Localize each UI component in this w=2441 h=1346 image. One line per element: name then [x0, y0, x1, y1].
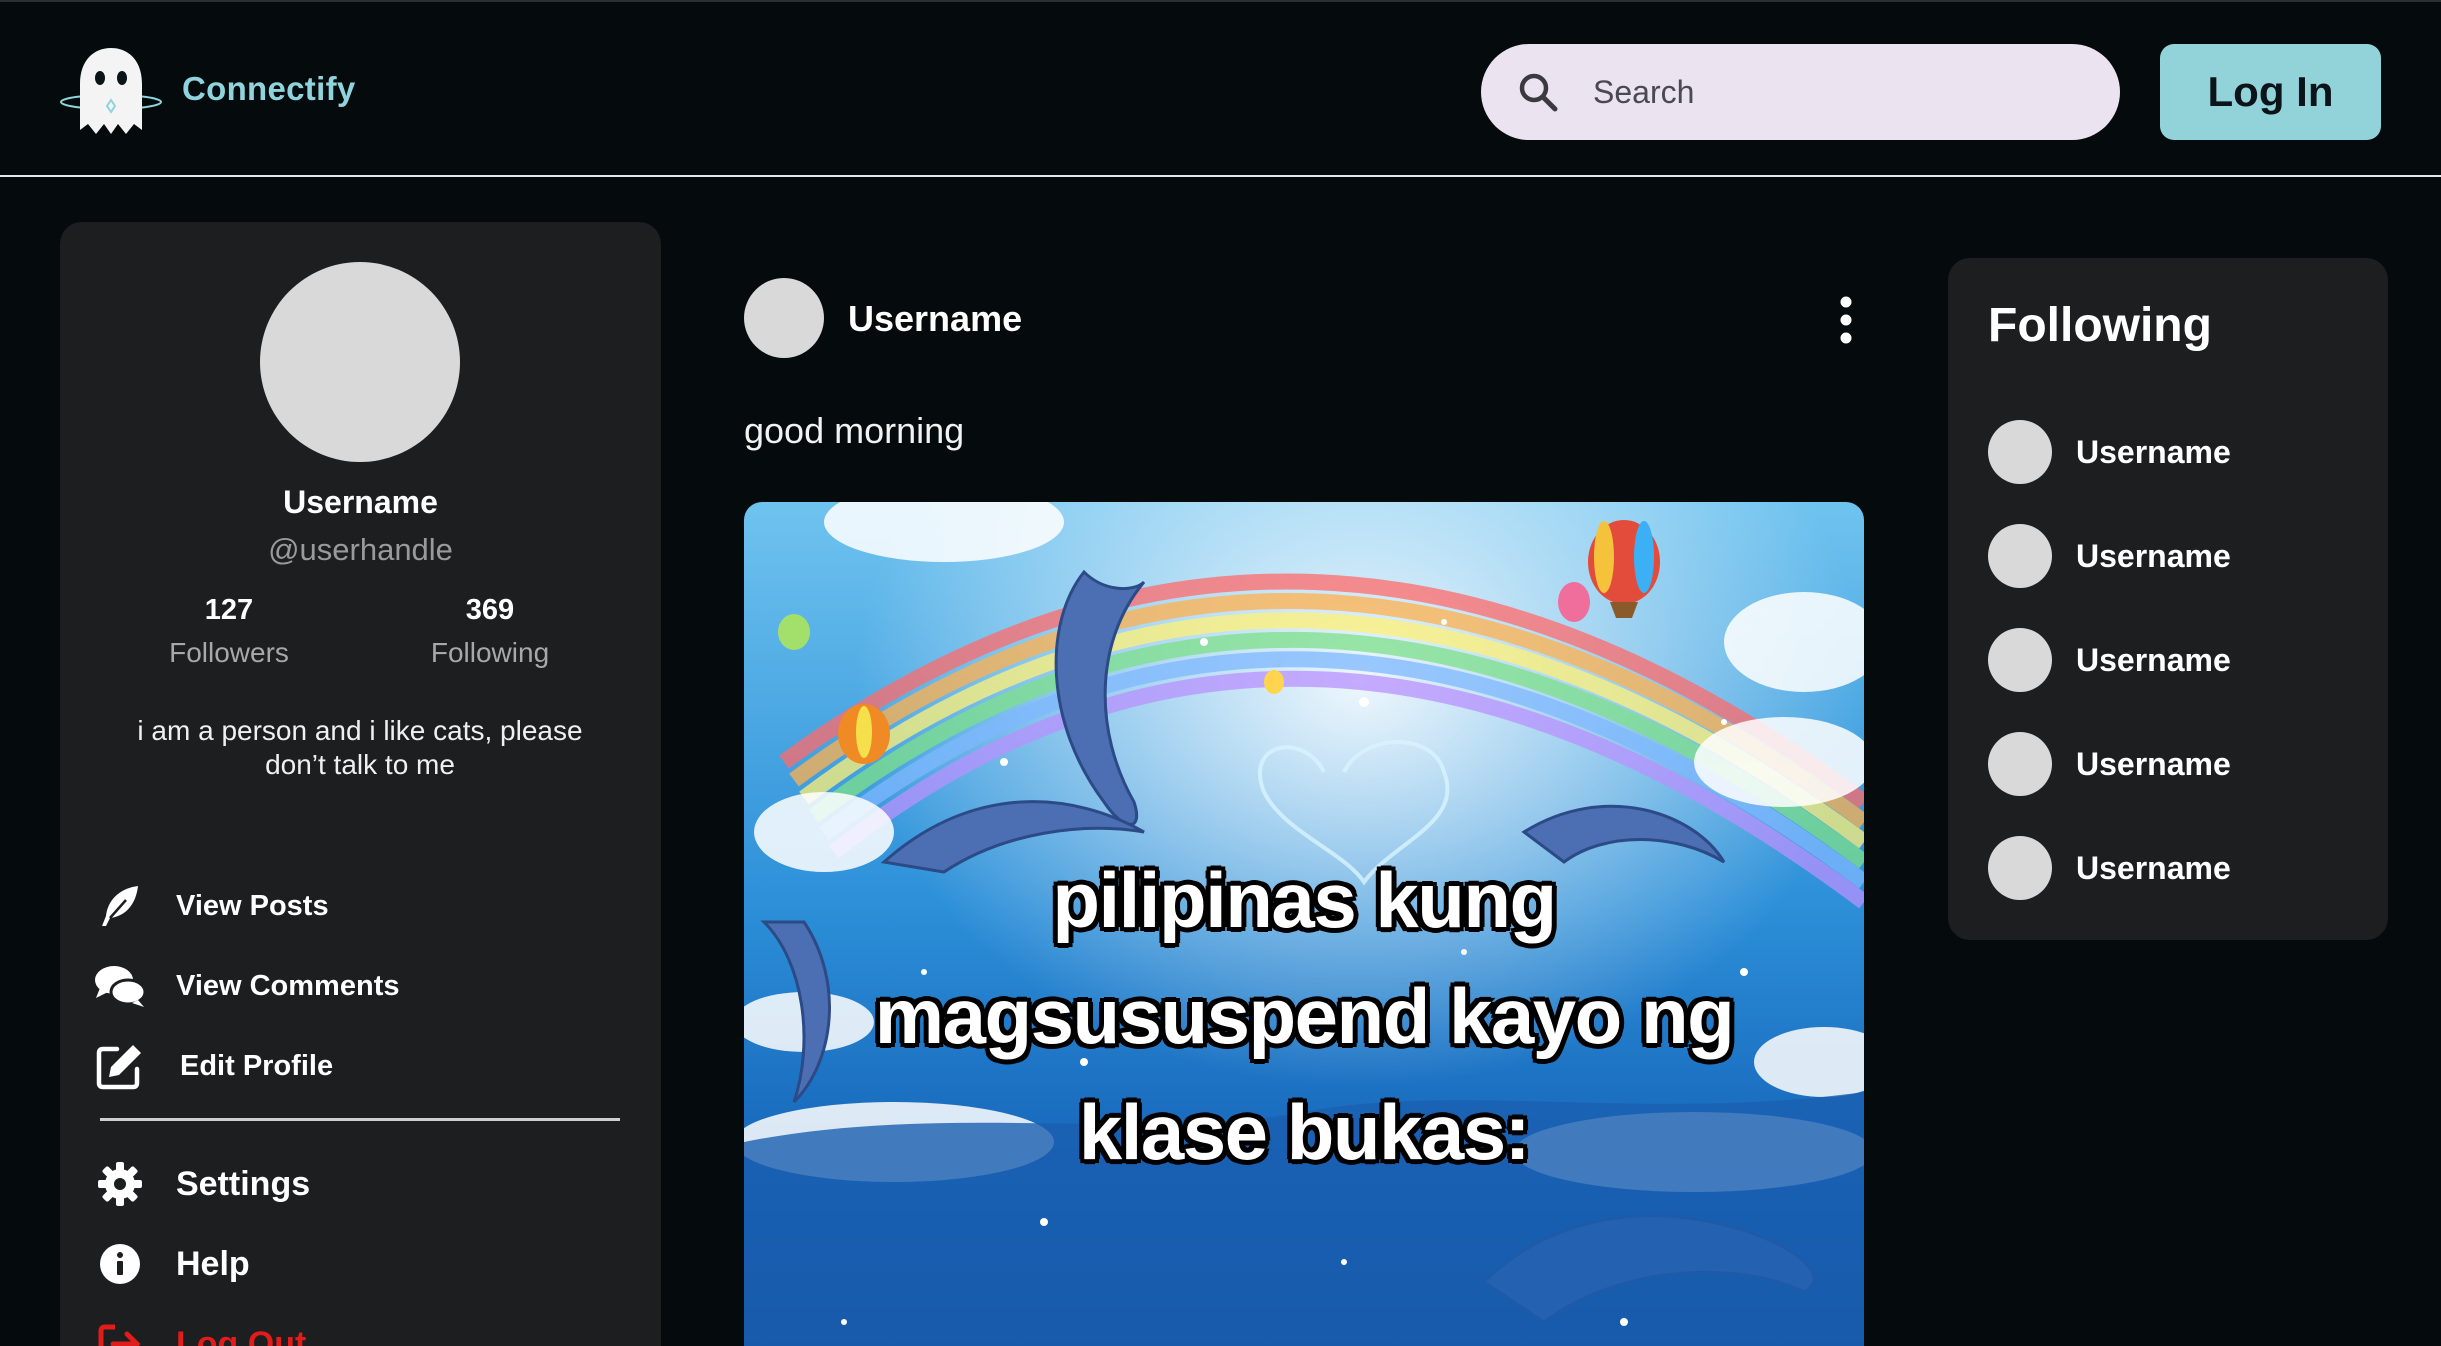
following-user-item[interactable]: Username: [1988, 732, 2231, 796]
search-bar[interactable]: [1481, 44, 2120, 140]
caption-line: klase bukas:: [1078, 1088, 1531, 1176]
following-user-item[interactable]: Username: [1988, 836, 2231, 900]
gear-icon: [94, 1158, 146, 1210]
profile-panel: Username @userhandle 127 Followers 369 F…: [60, 222, 661, 1346]
more-options-icon[interactable]: [1830, 290, 1862, 350]
login-button[interactable]: Log In: [2160, 44, 2381, 140]
profile-name: Username: [283, 484, 438, 520]
post-image[interactable]: pilipinas kung magsususpend kayo ng klas…: [744, 502, 1864, 1346]
edit-profile-button[interactable]: Edit Profile: [94, 1036, 333, 1096]
search-input[interactable]: [1593, 64, 2093, 120]
caption-line: magsususpend kayo ng: [874, 972, 1735, 1060]
avatar: [1988, 732, 2052, 796]
following-panel: Following Username Username Username Use…: [1948, 258, 2388, 940]
following-label: Following: [430, 637, 550, 668]
menu-label: Log Out: [176, 1324, 307, 1346]
help-button[interactable]: Help: [94, 1234, 250, 1294]
following-count: 369: [465, 594, 515, 626]
menu-label: Help: [176, 1244, 250, 1283]
following-stat[interactable]: 369 Following: [400, 594, 580, 669]
avatar: [1988, 836, 2052, 900]
edit-icon: [94, 1040, 146, 1092]
caption-line: pilipinas kung: [1052, 856, 1557, 944]
avatar: [1988, 524, 2052, 588]
avatar: [1988, 628, 2052, 692]
brand-name[interactable]: Connectify: [182, 70, 356, 108]
following-user-item[interactable]: Username: [1988, 420, 2231, 484]
post-author-avatar[interactable]: [744, 278, 824, 358]
menu-label: Edit Profile: [180, 1049, 334, 1082]
bio-line: i am a person and i like cats, please: [137, 715, 583, 746]
profile-handle: @userhandle: [268, 532, 453, 567]
menu-divider: [100, 1118, 620, 1121]
bio-line: don’t talk to me: [265, 749, 455, 780]
ghost-icon[interactable]: [58, 44, 164, 140]
settings-button[interactable]: Settings: [94, 1154, 310, 1214]
post-image-caption: pilipinas kung magsususpend kayo ng klas…: [744, 842, 1864, 1190]
logout-icon: [94, 1318, 146, 1346]
avatar: [1988, 420, 2052, 484]
following-username: Username: [2076, 745, 2231, 782]
following-username: Username: [2076, 641, 2231, 678]
comments-icon: [94, 960, 146, 1012]
view-posts-button[interactable]: View Posts: [94, 876, 329, 936]
following-username: Username: [2076, 849, 2231, 886]
following-user-item[interactable]: Username: [1988, 524, 2231, 588]
feather-icon: [94, 880, 146, 932]
menu-label: Settings: [176, 1164, 311, 1203]
menu-label: View Comments: [176, 969, 400, 1002]
following-title: Following: [1988, 299, 2212, 352]
menu-label: View Posts: [176, 889, 329, 922]
search-icon: [1519, 73, 1558, 112]
post-author-name[interactable]: Username: [848, 298, 1022, 340]
following-username: Username: [2076, 537, 2231, 574]
top-navbar: Connectify Log In: [0, 0, 2441, 177]
info-icon: [94, 1238, 146, 1290]
logout-button[interactable]: Log Out: [94, 1314, 306, 1346]
profile-bio: i am a person and i like cats, please do…: [100, 714, 620, 782]
followers-stat[interactable]: 127 Followers: [139, 594, 319, 669]
followers-count: 127: [204, 594, 254, 626]
following-username: Username: [2076, 433, 2231, 470]
following-user-item[interactable]: Username: [1988, 628, 2231, 692]
followers-label: Followers: [169, 637, 289, 668]
profile-avatar[interactable]: [260, 262, 460, 462]
view-comments-button[interactable]: View Comments: [94, 956, 399, 1016]
post-text: good morning: [744, 410, 965, 451]
